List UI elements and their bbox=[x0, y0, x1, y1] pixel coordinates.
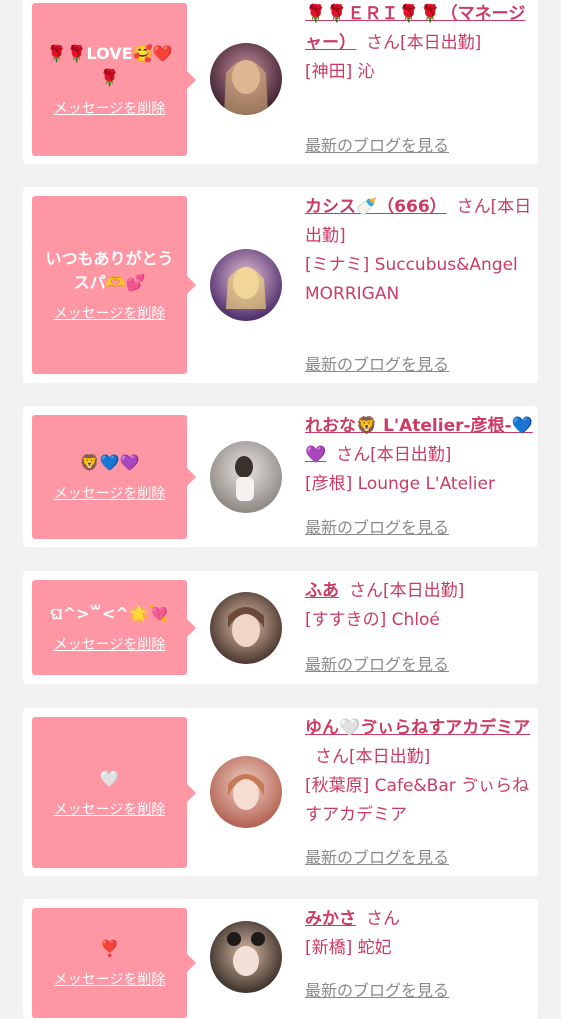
cast-name-link[interactable]: ゆん🤍ゔぃらねすアカデミア bbox=[305, 718, 530, 738]
message-bubble: 🦁💙💜 メッセージを削除 bbox=[32, 415, 196, 539]
avatar[interactable] bbox=[210, 43, 282, 115]
entry-info: れおな🦁 L'Atelier-彦根-💙💜 さん[本日出勤] [彦根] Lounge… bbox=[305, 412, 533, 499]
message-card: いつもありがとうスパ🫶💕 メッセージを削除 カシス🍼（666） さん[本日出勤] … bbox=[23, 187, 538, 383]
avatar[interactable] bbox=[210, 921, 282, 993]
message-text: 🦁💙💜 bbox=[79, 453, 140, 472]
avatar[interactable] bbox=[210, 756, 282, 828]
delete-message-link[interactable]: メッセージを削除 bbox=[54, 634, 166, 654]
message-card: 🌹🌹LOVE🥰❤️🌹 メッセージを削除 🌹🌹ＥＲＩ🌹🌹（マネージャー） さん[本日… bbox=[23, 0, 538, 164]
avatar[interactable] bbox=[210, 249, 282, 321]
message-bubble: 🌹🌹LOVE🥰❤️🌹 メッセージを削除 bbox=[32, 3, 196, 156]
shop-text: [新橋] 蛇妃 bbox=[305, 938, 392, 958]
honorific: さん bbox=[366, 909, 400, 929]
delete-message-link[interactable]: メッセージを削除 bbox=[54, 969, 166, 989]
latest-blog-link[interactable]: 最新のブログを見る bbox=[305, 977, 449, 1001]
status-text: [本日出勤] bbox=[383, 581, 465, 601]
entry-info: 🌹🌹ＥＲＩ🌹🌹（マネージャー） さん[本日出勤] [神田] 沁 bbox=[305, 0, 533, 87]
latest-blog-link[interactable]: 最新のブログを見る bbox=[305, 132, 449, 156]
message-bubble: ଘ^>꒳<^🌟💘 メッセージを削除 bbox=[32, 580, 196, 675]
cast-name-link[interactable]: ふあ bbox=[305, 581, 339, 601]
entry-info: カシス🍼（666） さん[本日出勤] [ミナミ] Succubus&Angel M… bbox=[305, 193, 533, 309]
message-bubble: 🤍 メッセージを削除 bbox=[32, 717, 196, 868]
latest-blog-link[interactable]: 最新のブログを見る bbox=[305, 651, 449, 675]
message-text: 🤍 bbox=[99, 768, 120, 788]
message-text: いつもありがとうスパ🫶💕 bbox=[45, 249, 174, 292]
honorific: さん bbox=[456, 197, 491, 217]
shop-text: [神田] 沁 bbox=[305, 62, 375, 82]
message-text: ଘ^>꒳<^🌟💘 bbox=[50, 603, 169, 623]
message-card: ❣️ メッセージを削除 みかさ さん [新橋] 蛇妃 最新のブログを見る bbox=[23, 899, 538, 1019]
honorific: さん bbox=[315, 747, 349, 767]
delete-message-link[interactable]: メッセージを削除 bbox=[54, 483, 166, 503]
message-card: 🤍 メッセージを削除 ゆん🤍ゔぃらねすアカデミアさん[本日出勤] [秋葉原] C… bbox=[23, 708, 538, 876]
honorific: さん bbox=[336, 445, 371, 465]
shop-text: [すすきの] Chloé bbox=[305, 610, 440, 630]
cast-name-link[interactable]: みかさ bbox=[305, 909, 356, 929]
status-text: [本日出勤] bbox=[349, 747, 431, 767]
message-text: 🌹🌹LOVE🥰❤️🌹 bbox=[46, 43, 173, 87]
status-text: [本日出勤] bbox=[370, 445, 452, 465]
message-text: ❣️ bbox=[99, 939, 120, 958]
entry-info: みかさ さん [新橋] 蛇妃 bbox=[305, 905, 533, 963]
message-card: 🦁💙💜 メッセージを削除 れおな🦁 L'Atelier-彦根-💙💜 さん[本日出勤… bbox=[23, 406, 538, 547]
honorific: さん bbox=[349, 581, 383, 601]
cast-name-link[interactable]: カシス🍼（666） bbox=[305, 197, 447, 217]
delete-message-link[interactable]: メッセージを削除 bbox=[54, 303, 166, 323]
status-text: [本日出勤] bbox=[400, 33, 482, 53]
message-card: ଘ^>꒳<^🌟💘 メッセージを削除 ふあ さん[本日出勤] [すすきの] Chlo… bbox=[23, 571, 538, 684]
delete-message-link[interactable]: メッセージを削除 bbox=[54, 98, 166, 118]
honorific: さん bbox=[366, 33, 400, 53]
latest-blog-link[interactable]: 最新のブログを見る bbox=[305, 514, 449, 538]
shop-text: [彦根] Lounge L'Atelier bbox=[305, 474, 495, 494]
avatar[interactable] bbox=[210, 592, 282, 664]
entry-info: ゆん🤍ゔぃらねすアカデミアさん[本日出勤] [秋葉原] Cafe&Bar ゔぃら… bbox=[305, 714, 533, 830]
message-bubble: ❣️ メッセージを削除 bbox=[32, 908, 196, 1018]
latest-blog-link[interactable]: 最新のブログを見る bbox=[305, 351, 449, 375]
latest-blog-link[interactable]: 最新のブログを見る bbox=[305, 844, 449, 868]
entry-info: ふあ さん[本日出勤] [すすきの] Chloé bbox=[305, 577, 533, 635]
shop-text: [秋葉原] Cafe&Bar ゔぃらねすアカデミア bbox=[305, 776, 530, 825]
message-bubble: いつもありがとうスパ🫶💕 メッセージを削除 bbox=[32, 196, 196, 374]
delete-message-link[interactable]: メッセージを削除 bbox=[54, 799, 166, 819]
avatar[interactable] bbox=[210, 441, 282, 513]
shop-text: [ミナミ] Succubus&Angel MORRIGAN bbox=[305, 255, 518, 304]
